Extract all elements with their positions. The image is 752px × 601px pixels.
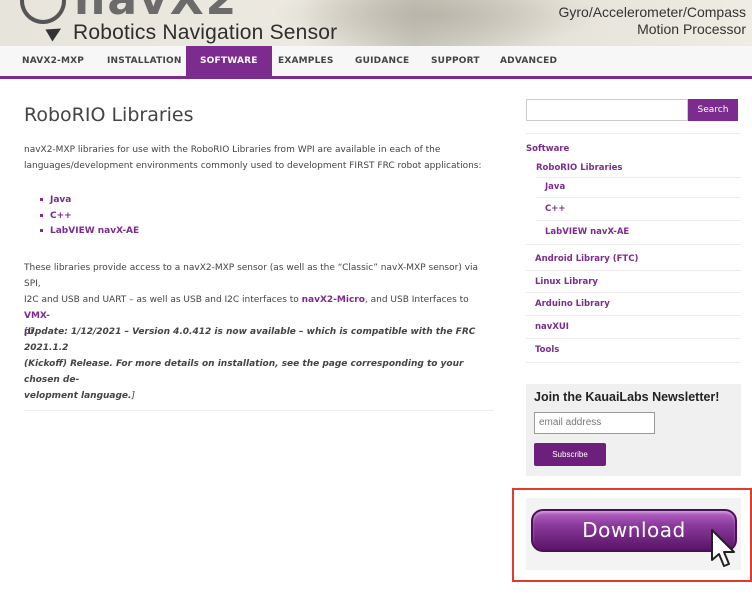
sidebar-item-cpp[interactable]: C++ <box>545 203 565 215</box>
sidebar-divider <box>536 220 741 221</box>
navx2-micro-link[interactable]: navX2-Micro <box>302 295 365 305</box>
update-suffix: ] <box>131 391 135 401</box>
access-line1: These libraries provide access to a navX… <box>24 263 479 289</box>
list-item[interactable]: Java <box>40 193 139 209</box>
list-item[interactable]: LabVIEW navX-AE <box>40 224 139 240</box>
main-nav: NAVX2-MXP INSTALLATION SOFTWARE EXAMPLES… <box>0 46 752 79</box>
sidebar-item-navxui[interactable]: navXUI <box>535 321 569 333</box>
site-tagline: Gyro/Accelerometer/Compass Motion Proces… <box>558 4 746 38</box>
update-line2: (Kickoff) Release. For more details on i… <box>24 359 464 385</box>
newsletter-widget: Join the KauaiLabs Newsletter! email add… <box>526 384 741 476</box>
site-subtitle[interactable]: Robotics Navigation Sensor <box>73 21 337 45</box>
search-input[interactable] <box>526 99 688 121</box>
sidebar-divider <box>526 244 741 245</box>
download-button[interactable]: Download <box>531 509 737 552</box>
language-link-cpp[interactable]: C++ <box>50 211 72 221</box>
search-button[interactable]: Search <box>688 99 738 121</box>
email-field[interactable]: email address <box>534 412 655 434</box>
vmx-pi-link-part1[interactable]: VMX- <box>24 311 50 321</box>
update-line3: velopment language. <box>24 391 132 401</box>
sidebar-item-software[interactable]: Software <box>526 143 569 155</box>
sidebar-divider <box>526 362 741 363</box>
nav-item-guidance[interactable]: GUIDANCE <box>355 46 409 76</box>
sidebar-divider <box>526 292 741 293</box>
sidebar-divider <box>526 133 741 134</box>
intro-line1: navX2-MXP libraries for use with the Rob… <box>24 145 441 155</box>
bullet-icon <box>40 213 43 217</box>
intro-line2: languages/development environments commo… <box>24 161 482 171</box>
access-line2-pre: I2C and USB and UART – as well as USB an… <box>24 295 302 305</box>
nav-item-advanced[interactable]: ADVANCED <box>500 46 557 76</box>
sidebar-item-java[interactable]: Java <box>545 181 565 193</box>
nav-item-navx2-mxp[interactable]: NAVX2-MXP <box>22 46 84 76</box>
sidebar-item-roborio-libraries[interactable]: RoboRIO Libraries <box>536 162 622 174</box>
tagline-line2: Motion Processor <box>637 21 746 37</box>
bullet-icon <box>40 198 43 201</box>
nav-item-examples[interactable]: EXAMPLES <box>278 46 334 76</box>
update-note: [Update: 1/12/2021 – Version 4.0.412 is … <box>24 324 496 404</box>
bullet-icon <box>40 229 43 232</box>
sidebar-divider <box>536 177 741 178</box>
header-banner: navX2 Robotics Navigation Sensor Gyro/Ac… <box>0 0 752 46</box>
logo-arc-icon <box>20 0 66 24</box>
newsletter-title: Join the KauaiLabs Newsletter! <box>534 390 720 404</box>
sidebar-divider <box>526 338 741 339</box>
sidebar-item-android-library[interactable]: Android Library (FTC) <box>535 253 638 265</box>
sidebar-item-tools[interactable]: Tools <box>535 344 559 356</box>
nav-item-installation[interactable]: INSTALLATION <box>107 46 182 76</box>
sidebar-item-arduino-library[interactable]: Arduino Library <box>535 298 610 310</box>
tagline-line1: Gyro/Accelerometer/Compass <box>558 4 746 20</box>
sidebar-divider <box>526 270 741 271</box>
sidebar-divider <box>526 315 741 316</box>
page-title: RoboRIO Libraries <box>24 104 194 126</box>
nav-item-software[interactable]: SOFTWARE <box>186 46 272 76</box>
language-link-java[interactable]: Java <box>50 195 71 205</box>
sidebar-item-labview[interactable]: LabVIEW navX-AE <box>545 226 629 238</box>
sidebar-divider <box>536 197 741 198</box>
sidebar-item-linux-library[interactable]: Linux Library <box>535 276 598 288</box>
logo-arrow-icon <box>45 22 65 42</box>
mouse-pointer-icon <box>711 529 735 567</box>
nav-item-support[interactable]: SUPPORT <box>431 46 480 76</box>
update-line1: Update: 1/12/2021 – Version 4.0.412 is n… <box>24 327 476 353</box>
language-list: Java C++ LabVIEW navX-AE <box>40 193 139 240</box>
content-divider <box>24 410 494 411</box>
intro-paragraph: navX2-MXP libraries for use with the Rob… <box>24 142 496 174</box>
subscribe-button[interactable]: Subscribe <box>534 443 606 466</box>
access-line2-mid: , and USB Interfaces to <box>364 295 469 305</box>
language-link-labview[interactable]: LabVIEW navX-AE <box>50 226 139 236</box>
list-item[interactable]: C++ <box>40 209 139 225</box>
